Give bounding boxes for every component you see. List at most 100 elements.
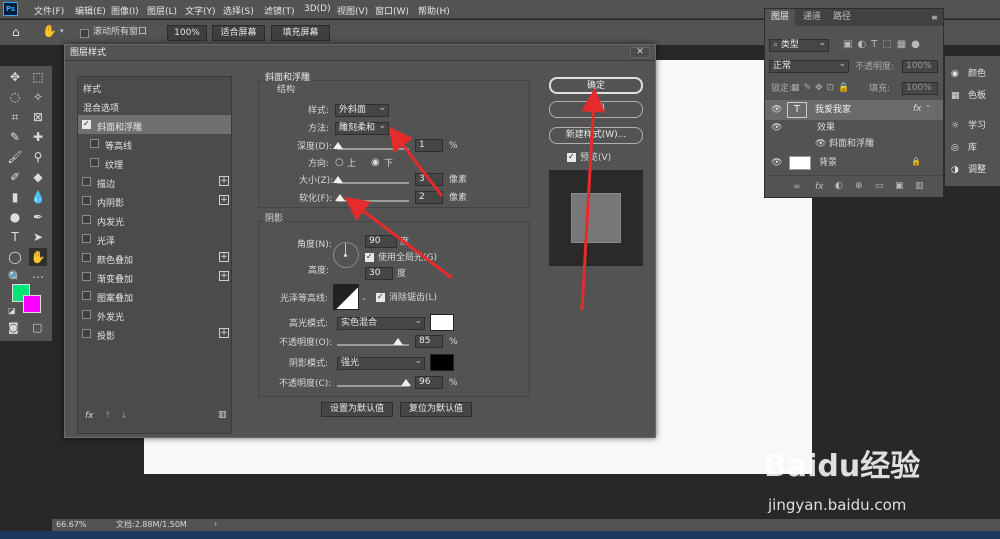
lasso-tool-icon[interactable]: ◌: [6, 88, 24, 106]
new-group-icon[interactable]: ▭: [875, 182, 884, 191]
style-item-checkbox[interactable]: [90, 139, 99, 148]
tab-paths[interactable]: 路径: [827, 9, 857, 26]
highlight-mode-dropdown[interactable]: 实色混合: [337, 316, 425, 330]
filter-icons[interactable]: ▣◐T⬚▦●: [843, 40, 925, 50]
menu-view[interactable]: 视图(V): [337, 4, 368, 17]
layer-effects-row[interactable]: 👁 效果: [765, 120, 943, 136]
shape-tool-icon[interactable]: ◯: [6, 248, 24, 266]
menu-select[interactable]: 选择(S): [223, 4, 254, 17]
marquee-tool-icon[interactable]: ⬚: [29, 68, 47, 86]
effect-item-eye-icon[interactable]: 👁: [815, 139, 826, 149]
style-item-checkbox[interactable]: [82, 272, 91, 281]
layer-effect-item-row[interactable]: 👁 斜面和浮雕: [765, 136, 943, 152]
screen-mode-icon[interactable]: ▢: [32, 322, 42, 333]
shadow-color-swatch[interactable]: [430, 354, 454, 371]
altitude-input[interactable]: 30: [365, 267, 393, 280]
frame-tool-icon[interactable]: ⊠: [29, 108, 47, 126]
background-color-swatch[interactable]: [23, 295, 41, 313]
visibility-eye-icon[interactable]: 👁: [771, 105, 782, 115]
antialias-checkbox[interactable]: [376, 292, 385, 302]
fx-badge[interactable]: fx: [913, 105, 922, 114]
menu-layer[interactable]: 图层(L): [147, 4, 177, 17]
highlight-color-swatch[interactable]: [430, 314, 454, 331]
hand-tool-selected-icon[interactable]: ✋: [29, 248, 47, 266]
soften-input[interactable]: 2: [415, 191, 443, 204]
style-item[interactable]: 颜色叠加 +: [78, 248, 231, 267]
fx-icon[interactable]: fx: [85, 412, 94, 421]
size-slider-knob[interactable]: [333, 176, 344, 183]
tab-layers[interactable]: 图层: [765, 9, 796, 26]
adjustments-panel-button[interactable]: ◑ 调整: [951, 162, 986, 175]
style-item-checkbox[interactable]: [82, 177, 91, 186]
style-item[interactable]: 内发光: [78, 210, 231, 229]
style-item[interactable]: 投影 +: [78, 324, 231, 343]
style-item[interactable]: 外发光: [78, 305, 231, 324]
style-item[interactable]: 图案叠加: [78, 286, 231, 305]
size-input[interactable]: 3: [415, 173, 443, 186]
history-brush-icon[interactable]: ✐: [6, 168, 24, 186]
styles-header[interactable]: 样式: [78, 77, 231, 96]
style-item[interactable]: 内阴影 +: [78, 191, 231, 210]
menu-image[interactable]: 图像(I): [111, 4, 139, 17]
shadow-opacity-input[interactable]: 96: [415, 376, 443, 389]
angle-input[interactable]: 90: [365, 235, 397, 248]
preview-checkbox[interactable]: [567, 152, 576, 162]
blend-options-item[interactable]: 混合选项: [78, 96, 231, 115]
angle-dial[interactable]: [333, 242, 359, 268]
scroll-all-checkbox[interactable]: [80, 29, 89, 38]
style-item-checkbox[interactable]: [82, 310, 91, 319]
style-item-checkbox[interactable]: [82, 253, 91, 262]
close-icon[interactable]: ✕: [630, 47, 650, 58]
zoom-100-button[interactable]: 100%: [167, 25, 207, 41]
depth-slider-knob[interactable]: [333, 142, 344, 149]
type-tool-icon[interactable]: T: [6, 228, 24, 246]
shadow-opacity-slider[interactable]: [337, 385, 409, 387]
brush-tool-icon[interactable]: 🖌: [6, 148, 24, 166]
direction-down-radio[interactable]: ◉: [371, 158, 380, 168]
set-default-button[interactable]: 设置为默认值: [321, 402, 393, 417]
path-select-icon[interactable]: ➤: [29, 228, 47, 246]
global-light-checkbox[interactable]: [365, 252, 374, 262]
effects-eye-icon[interactable]: 👁: [771, 123, 782, 133]
menu-window[interactable]: 窗口(W): [375, 4, 409, 17]
fill-screen-button[interactable]: 填充屏幕: [271, 25, 330, 41]
menu-help[interactable]: 帮助(H): [418, 4, 450, 17]
layer-row-background[interactable]: 👁 背景 🔒: [765, 153, 943, 173]
add-style-instance-icon[interactable]: +: [219, 328, 229, 338]
new-layer-icon[interactable]: ▣: [895, 182, 904, 191]
move-up-icon[interactable]: ↑: [104, 412, 112, 421]
hand-tool-icon[interactable]: ✋: [42, 25, 57, 37]
style-item[interactable]: 光泽: [78, 229, 231, 248]
reset-default-button[interactable]: 复位为默认值: [400, 402, 472, 417]
adjustment-layer-icon[interactable]: ⊕: [855, 182, 863, 191]
status-chevron-icon[interactable]: ›: [214, 520, 217, 528]
ok-button[interactable]: 确定: [549, 77, 643, 94]
home-icon[interactable]: ⌂: [12, 26, 20, 38]
swatches-panel-button[interactable]: ▦ 色板: [951, 88, 986, 101]
new-style-button[interactable]: 新建样式(W)...: [549, 127, 643, 144]
style-item-checkbox[interactable]: [90, 158, 99, 167]
gloss-contour-chevron-icon[interactable]: ⌄: [361, 295, 367, 302]
style-item-checkbox[interactable]: [82, 119, 91, 129]
tab-channels[interactable]: 通道: [797, 9, 827, 26]
menu-type[interactable]: 文字(Y): [185, 4, 216, 17]
lock-icons[interactable]: ▦✎✥⊡🔒: [791, 84, 853, 93]
add-style-instance-icon[interactable]: +: [219, 176, 229, 186]
gloss-contour-preview[interactable]: [333, 284, 359, 310]
style-item[interactable]: 描边 +: [78, 172, 231, 191]
soften-slider-knob[interactable]: [334, 194, 345, 201]
menu-edit[interactable]: 编辑(E): [75, 4, 106, 17]
dialog-titlebar[interactable]: 图层样式 ✕: [65, 45, 655, 61]
style-item[interactable]: 等高线: [78, 134, 231, 153]
style-item-checkbox[interactable]: [82, 196, 91, 205]
library-panel-button[interactable]: ◎ 库: [951, 140, 977, 153]
layer-kind-filter[interactable]: ⌕ 类型: [769, 38, 829, 52]
style-item[interactable]: 渐变叠加 +: [78, 267, 231, 286]
magic-wand-icon[interactable]: ✧: [29, 88, 47, 106]
add-style-instance-icon[interactable]: +: [219, 195, 229, 205]
blur-tool-icon[interactable]: 💧: [29, 188, 47, 206]
shadow-opacity-knob[interactable]: [401, 379, 412, 386]
depth-slider[interactable]: [337, 148, 409, 150]
size-slider[interactable]: [337, 182, 409, 184]
learn-panel-button[interactable]: ☼ 学习: [951, 118, 986, 131]
